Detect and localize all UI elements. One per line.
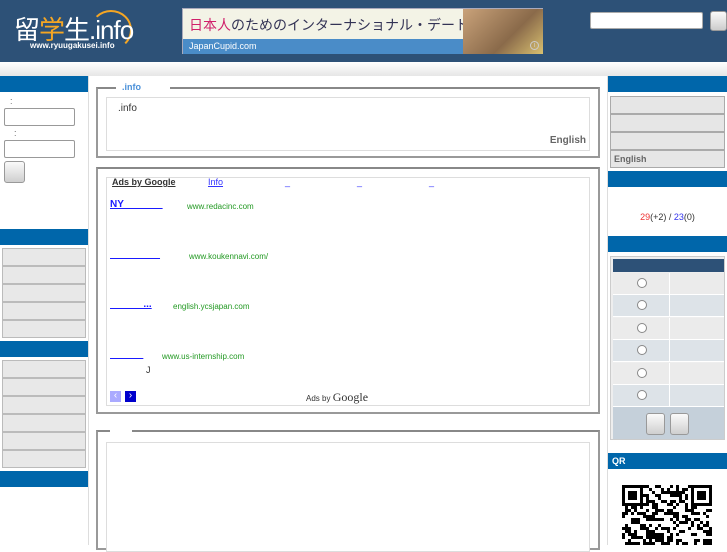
language-header: [608, 76, 727, 92]
language-button-1[interactable]: [610, 96, 725, 114]
ads-box: Ads by Google Info _ _ _ NY www.redacinc…: [96, 167, 600, 414]
ad-url[interactable]: www.redacinc.com: [187, 202, 254, 211]
left-divider: [88, 76, 89, 545]
ad-url[interactable]: www.koukennavi.com/: [189, 252, 268, 261]
poll-header: [608, 236, 727, 252]
next-ad-button[interactable]: ›: [125, 391, 136, 402]
poll-option[interactable]: [613, 340, 724, 363]
menu-header-2: [0, 341, 88, 357]
sidebar-menu-item[interactable]: [2, 378, 86, 396]
header-shadow: [0, 62, 727, 76]
qr-header: QR: [608, 453, 727, 469]
radio-button[interactable]: [637, 300, 647, 311]
sidebar-menu-item[interactable]: [2, 360, 86, 378]
radio-button[interactable]: [637, 367, 647, 378]
radio-button[interactable]: [637, 322, 647, 333]
ad-nav-link[interactable]: _: [357, 177, 362, 187]
ad-title-link[interactable]: ...: [110, 299, 151, 310]
ad-info-link[interactable]: Info: [208, 177, 223, 187]
login-header: [0, 76, 88, 92]
sidebar-menu-item[interactable]: [2, 450, 86, 468]
radio-button[interactable]: [637, 390, 647, 400]
poll-option[interactable]: [613, 362, 724, 385]
english-link[interactable]: English: [550, 135, 586, 146]
ad-url[interactable]: www.us-internship.com: [162, 352, 244, 361]
radio-button[interactable]: [637, 278, 647, 288]
prev-ad-button[interactable]: ‹: [110, 391, 121, 402]
sidebar-menu-item[interactable]: [2, 414, 86, 432]
site-logo[interactable]: 留学生.info www.ryuugakusei.info: [14, 8, 134, 54]
menu-header-1: [0, 229, 88, 245]
results-button[interactable]: [670, 413, 689, 435]
poll-option[interactable]: [613, 385, 724, 407]
ads-by-google-footer[interactable]: Ads by Google: [306, 390, 368, 405]
search-button[interactable]: [710, 11, 727, 31]
ad-url[interactable]: english.ycsjapan.com: [173, 302, 249, 311]
menu-header-3: [0, 471, 88, 487]
box-legend: [110, 427, 132, 433]
poll: [610, 256, 725, 440]
ads-by-google-link[interactable]: Ads by Google: [112, 177, 176, 187]
username-field[interactable]: [4, 108, 75, 126]
sidebar-menu-item[interactable]: [2, 320, 86, 338]
ad-nav-link[interactable]: _: [285, 177, 290, 187]
qr-code: [622, 485, 712, 545]
ad-info-icon[interactable]: i: [530, 41, 539, 50]
sidebar-menu-item[interactable]: [2, 284, 86, 302]
language-button-english[interactable]: English: [610, 150, 725, 168]
stats-header: [608, 171, 727, 187]
language-button-3[interactable]: [610, 132, 725, 150]
ad-title-link[interactable]: [110, 249, 160, 260]
sidebar-menu-item[interactable]: [2, 302, 86, 320]
ad-title-link[interactable]: NY: [110, 199, 163, 210]
info-box: .info English: [96, 87, 600, 158]
poll-option[interactable]: [613, 317, 724, 340]
radio-button[interactable]: [637, 345, 647, 356]
sidebar-menu-item[interactable]: [2, 266, 86, 284]
banner-ad[interactable]: 日本人のためのインターナショナル・デート・サイト! JapanCupid.com…: [182, 8, 543, 54]
sidebar-menu-item[interactable]: [2, 248, 86, 266]
sidebar-menu-item[interactable]: [2, 432, 86, 450]
password-field[interactable]: [4, 140, 75, 158]
language-button-2[interactable]: [610, 114, 725, 132]
vote-button[interactable]: [646, 413, 665, 435]
ad-title-link[interactable]: [110, 349, 143, 360]
ad-nav-link[interactable]: _: [429, 177, 434, 187]
poll-option[interactable]: [613, 295, 724, 318]
poll-option[interactable]: [613, 273, 724, 295]
login-button[interactable]: [4, 161, 25, 183]
content-box: [96, 430, 600, 552]
search-input[interactable]: [590, 12, 703, 29]
member-stats: 29(+2) / 23(0): [640, 212, 695, 222]
sidebar-menu-item[interactable]: [2, 396, 86, 414]
